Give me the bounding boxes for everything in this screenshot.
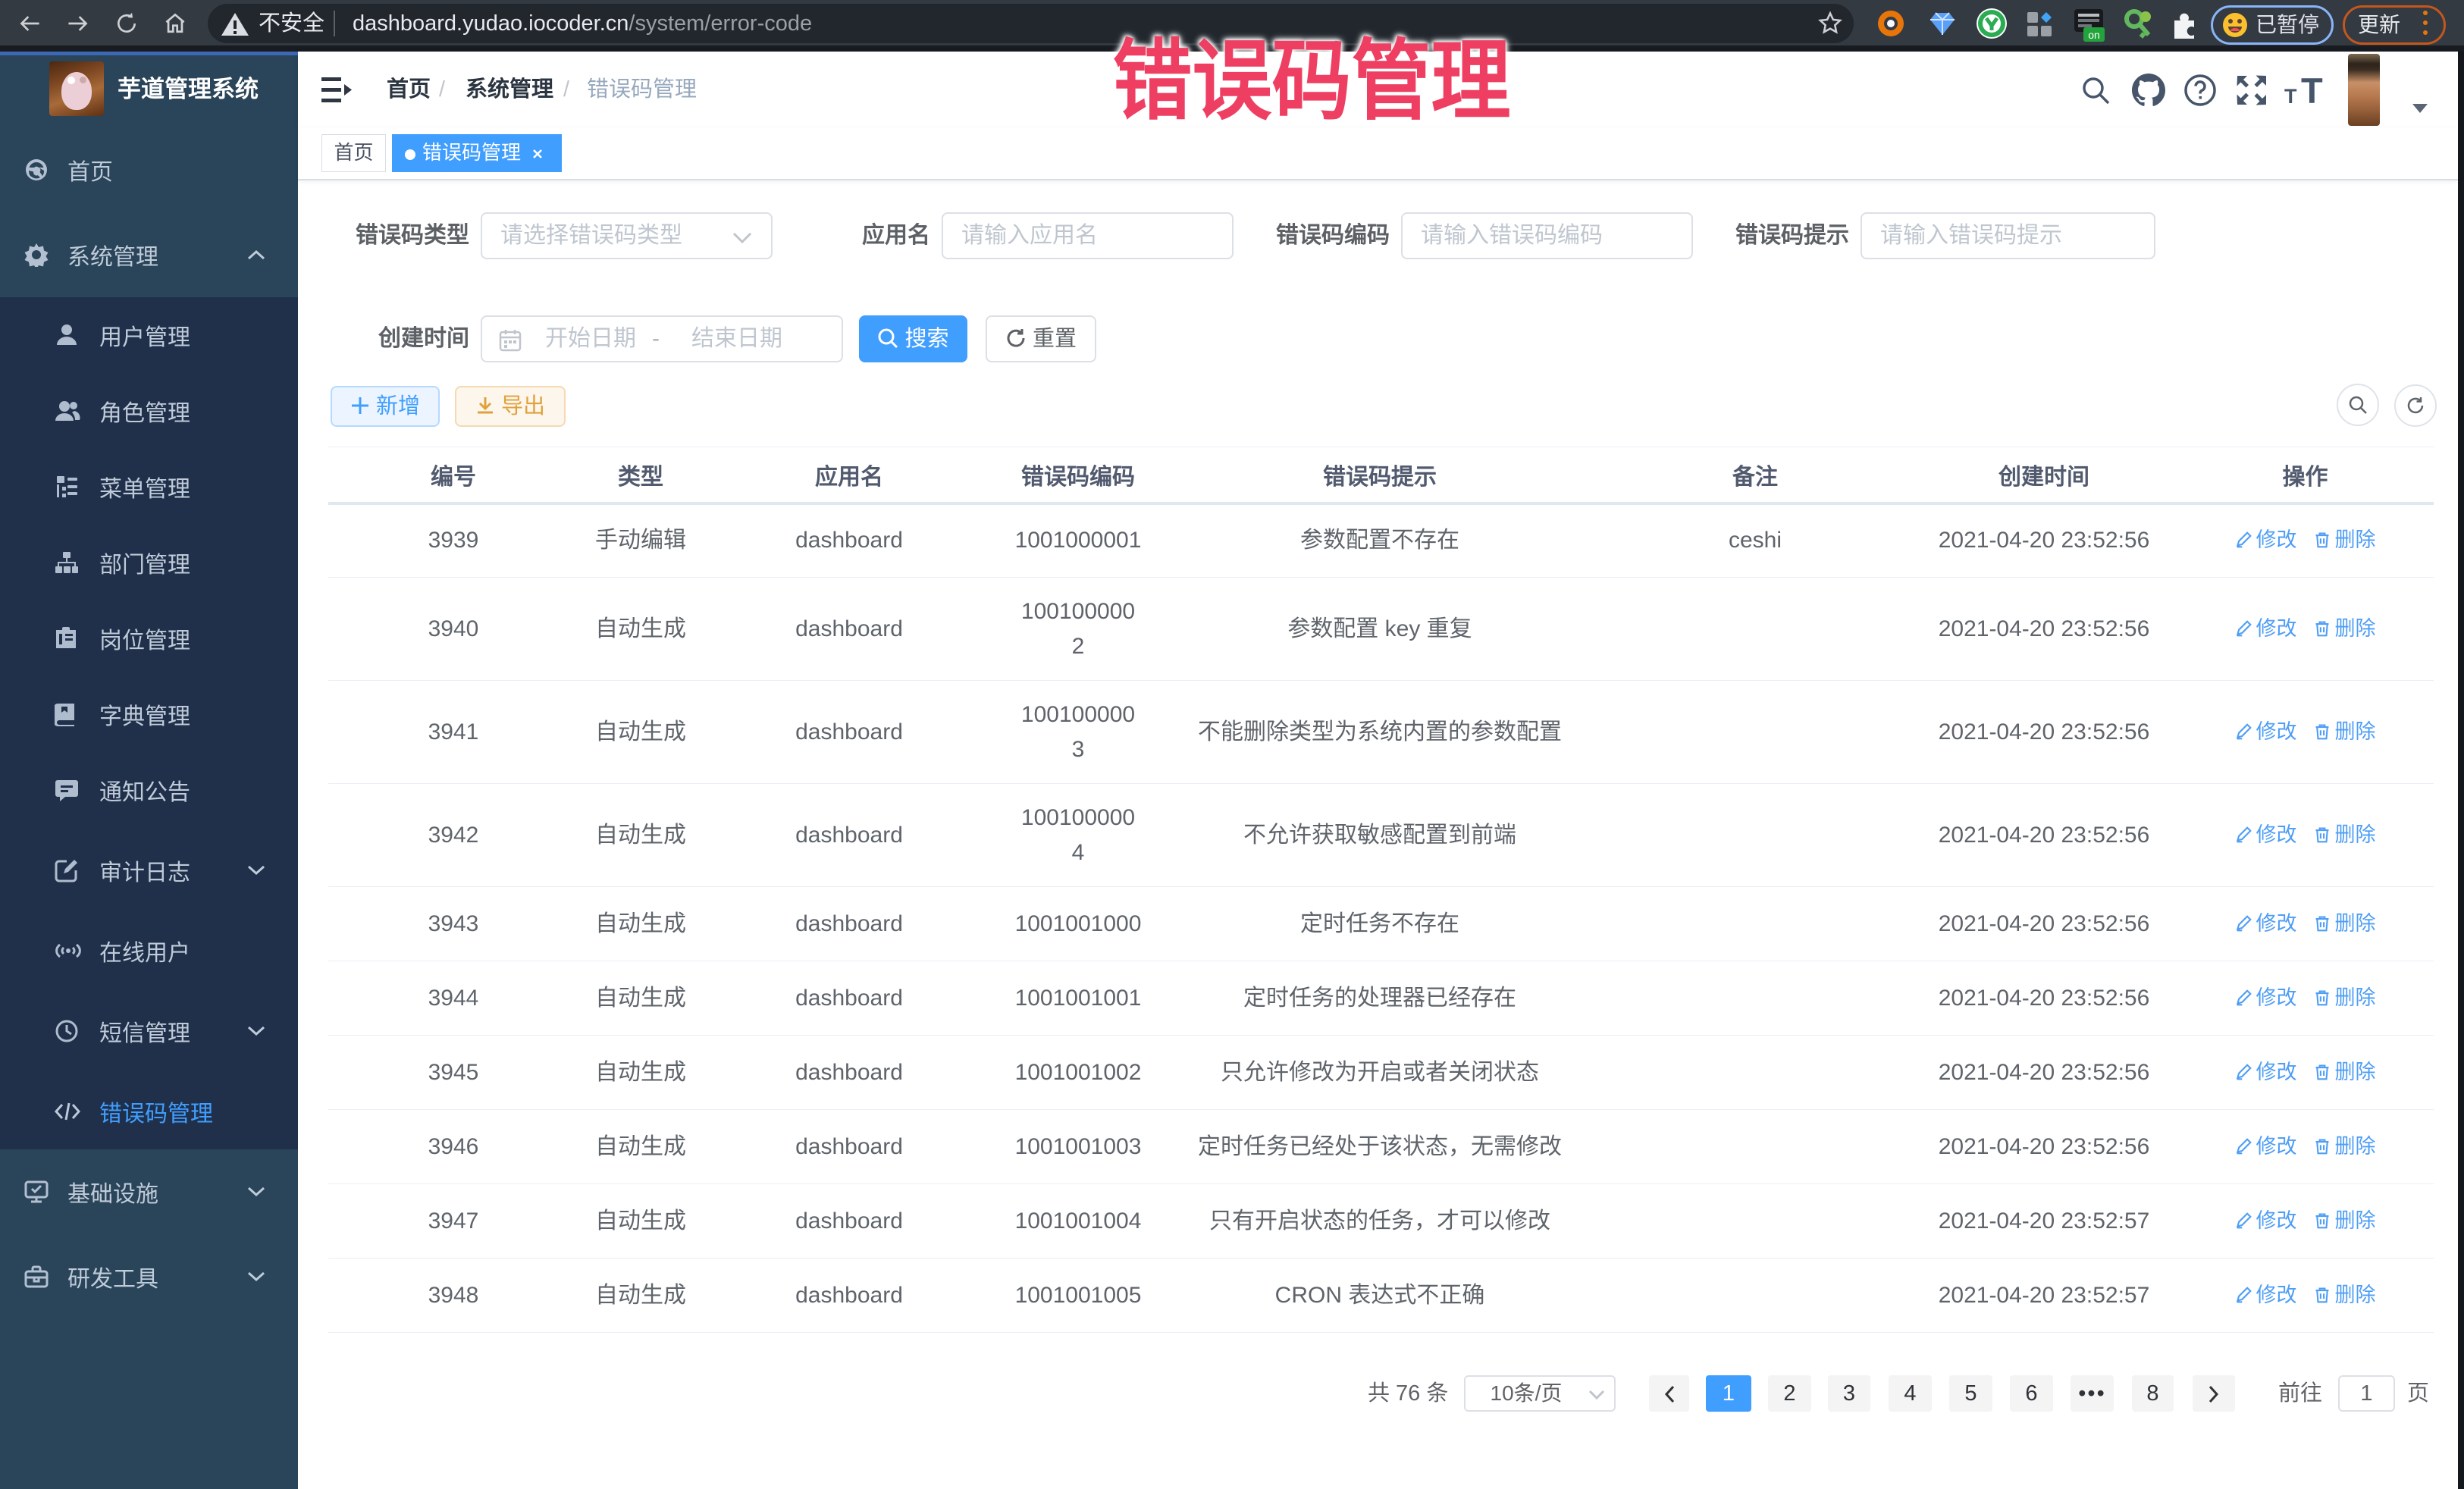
svg-text:on: on: [2088, 29, 2100, 41]
